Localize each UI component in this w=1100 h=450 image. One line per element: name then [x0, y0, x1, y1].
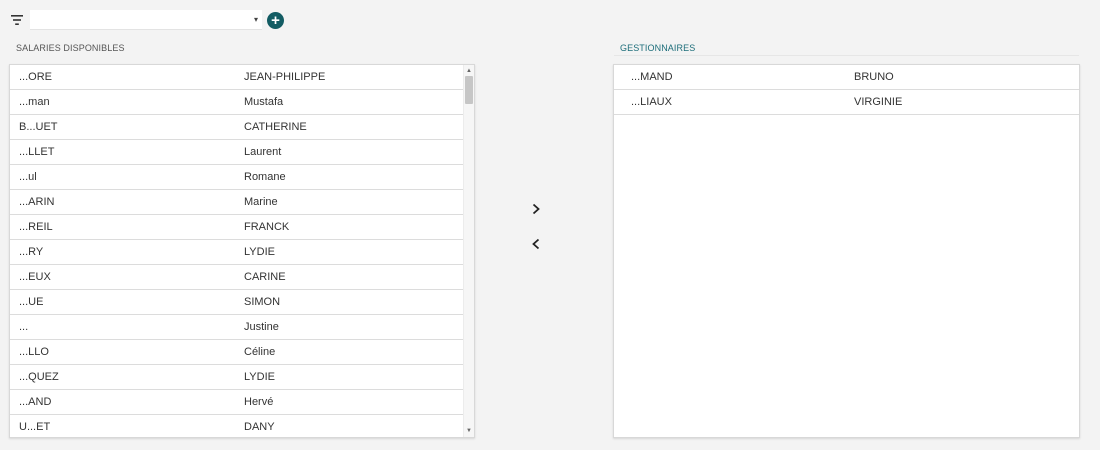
plus-icon: +: [271, 11, 280, 29]
last-name: ...ORE: [19, 71, 53, 83]
list-item[interactable]: ...ORE JEAN-PHILIPPE: [10, 65, 463, 90]
last-name: U...ET: [19, 421, 51, 433]
move-to-available-button[interactable]: [527, 235, 545, 253]
last-name: ...REIL: [19, 221, 53, 233]
first-name: LYDIE: [244, 246, 275, 258]
first-name: VIRGINIE: [854, 96, 903, 108]
list-item[interactable]: ...man Mustafa: [10, 90, 463, 115]
list-item[interactable]: ...ARIN Marine: [10, 190, 463, 215]
app-window: ▾ + SALARIES DISPONIBLES GESTIONNAIRES .…: [0, 0, 1100, 450]
last-name: ...ARIN: [19, 196, 55, 208]
first-name: Céline: [244, 346, 276, 358]
first-name: Justine: [244, 321, 279, 333]
first-name: JEAN-PHILIPPE: [244, 71, 326, 83]
first-name: Marine: [244, 196, 278, 208]
last-name: ...QUEZ: [19, 371, 59, 383]
last-name: ...: [19, 321, 29, 333]
first-name: DANY: [244, 421, 275, 433]
managers-title: GESTIONNAIRES: [620, 43, 696, 53]
last-name: ...LLET: [19, 146, 55, 158]
list-item[interactable]: ...ul Romane: [10, 165, 463, 190]
list-item[interactable]: ...MAND BRUNO: [614, 65, 1079, 90]
first-name: CARINE: [244, 271, 286, 283]
list-item[interactable]: ...UE SIMON: [10, 290, 463, 315]
first-name: Laurent: [244, 146, 282, 158]
first-name: LYDIE: [244, 371, 275, 383]
chevron-right-icon: [532, 203, 540, 215]
last-name: B...UET: [19, 121, 58, 133]
first-name: FRANCK: [244, 221, 290, 233]
chevron-left-icon: [532, 238, 540, 250]
list-item[interactable]: B...UET CATHERINE: [10, 115, 463, 140]
last-name: ...MAND: [631, 71, 673, 83]
first-name: BRUNO: [854, 71, 894, 83]
group-select[interactable]: ▾: [30, 10, 262, 30]
list-item[interactable]: ...AND Hervé: [10, 390, 463, 415]
managers-rows: ...MAND BRUNO ...LIAUX VIRGINIE: [614, 65, 1079, 437]
available-employees-title: SALARIES DISPONIBLES: [16, 43, 125, 53]
last-name: ...UE: [19, 296, 44, 308]
last-name: ...ul: [19, 171, 37, 183]
list-item[interactable]: ...LIAUX VIRGINIE: [614, 90, 1079, 115]
list-item[interactable]: ...LLET Laurent: [10, 140, 463, 165]
list-item[interactable]: ...RY LYDIE: [10, 240, 463, 265]
list-item[interactable]: ...REIL FRANCK: [10, 215, 463, 240]
scroll-up-icon[interactable]: ▲: [464, 66, 474, 76]
available-employees-rows: ...ORE JEAN-PHILIPPE ...man Mustafa B...UE…: [10, 65, 463, 437]
list-item[interactable]: ... Justine: [10, 315, 463, 340]
list-item[interactable]: ...LLO Céline: [10, 340, 463, 365]
add-button[interactable]: +: [267, 11, 284, 29]
toolbar: ▾ +: [8, 9, 284, 31]
list-item[interactable]: ...QUEZ LYDIE: [10, 365, 463, 390]
first-name: SIMON: [244, 296, 281, 308]
last-name: ...LLO: [19, 346, 49, 358]
last-name: ...LIAUX: [631, 96, 672, 108]
scroll-thumb[interactable]: [465, 76, 473, 104]
last-name: ...RY: [19, 246, 44, 258]
last-name: ...man: [19, 96, 50, 108]
vertical-scrollbar[interactable]: ▲ ▼: [463, 65, 474, 437]
move-to-managers-button[interactable]: [527, 200, 545, 218]
managers-list: ...MAND BRUNO ...LIAUX VIRGINIE: [613, 64, 1080, 438]
list-item[interactable]: U...ET DANY: [10, 415, 463, 437]
last-name: ...AND: [19, 396, 52, 408]
list-item[interactable]: ...EUX CARINE: [10, 265, 463, 290]
available-employees-list: ...ORE JEAN-PHILIPPE ...man Mustafa B...UE…: [9, 64, 475, 438]
caret-down-icon: ▾: [253, 15, 258, 24]
managers-title-divider: [614, 55, 1079, 56]
first-name: Hervé: [244, 396, 274, 408]
filter-icon[interactable]: [8, 11, 26, 29]
first-name: Romane: [244, 171, 286, 183]
first-name: CATHERINE: [244, 121, 307, 133]
scroll-down-icon[interactable]: ▼: [464, 426, 474, 436]
last-name: ...EUX: [19, 271, 51, 283]
first-name: Mustafa: [244, 96, 284, 108]
